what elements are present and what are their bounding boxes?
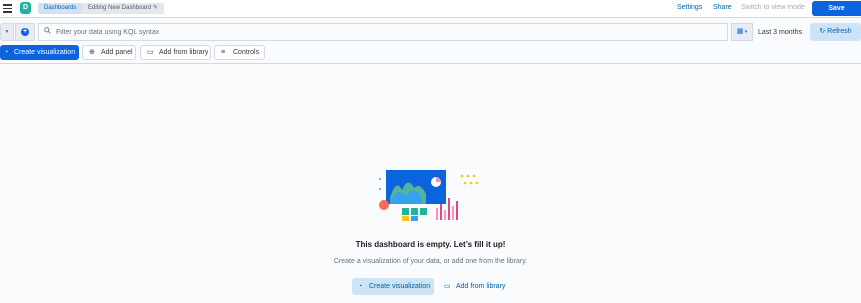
search-icon (44, 27, 51, 34)
empty-create-visualization-button[interactable]: ◔ Create visualization (352, 278, 434, 295)
breadcrumb-current[interactable]: Editing New Dashboard ✎ (82, 3, 165, 14)
empty-dashboard-illustration (379, 170, 479, 221)
date-picker-button[interactable]: ▦ ▾ (731, 23, 753, 41)
share-link[interactable]: Share (713, 4, 732, 11)
switch-view-mode-link[interactable]: Switch to view mode (741, 4, 805, 11)
refresh-button[interactable]: ↻ Refresh (810, 23, 861, 41)
space-avatar[interactable]: D (20, 2, 31, 14)
create-visualization-label: Create visualization (14, 49, 76, 56)
dashboard-toolbar: ◔ Create visualization ⊕ Add panel ▭ Add fr… (0, 44, 861, 60)
breadcrumb-dashboards[interactable]: Dashboards (38, 3, 86, 14)
toolbar-divider (0, 63, 861, 64)
refresh-label: Refresh (827, 28, 852, 35)
controls-label: Controls (233, 49, 260, 56)
breadcrumb-current-label: Editing New Dashboard (88, 5, 152, 11)
refresh-icon: ↻ (819, 28, 826, 35)
pencil-icon: ✎ (153, 5, 159, 11)
empty-library-label: Add from library (456, 283, 506, 290)
empty-state-description: Create a visualization of your data, or … (333, 258, 528, 265)
create-visualization-button[interactable]: ◔ Create visualization (0, 45, 79, 60)
controls-button[interactable]: ≡ Controls (214, 45, 265, 60)
folder-icon: ▭ (147, 49, 154, 56)
query-bar: ▼ + ▦ ▾ Last 3 months ↻ Refresh (0, 22, 861, 41)
visualize-icon: ◔ (358, 283, 363, 290)
settings-link[interactable]: Settings (677, 4, 702, 11)
save-button[interactable]: Save (812, 1, 861, 16)
empty-add-from-library-link[interactable]: ▭ Add from library (444, 278, 505, 295)
empty-state-title: This dashboard is empty. Let’s fill it u… (355, 240, 506, 249)
empty-create-label: Create visualization (369, 283, 431, 290)
visualize-icon: ◔ (4, 49, 9, 56)
add-panel-button[interactable]: ⊕ Add panel (82, 45, 136, 60)
top-nav-bar: D Dashboards Editing New Dashboard ✎ Sett… (0, 0, 861, 18)
plus-circle-icon: + (21, 28, 29, 36)
chevron-down-icon: ▾ (743, 29, 748, 35)
add-from-library-button[interactable]: ▭ Add from library (140, 45, 211, 60)
date-range-text[interactable]: Last 3 months (758, 29, 802, 36)
folder-icon: ▭ (444, 283, 451, 290)
search-box[interactable] (38, 23, 728, 41)
search-input[interactable] (56, 24, 716, 40)
filter-menu-button[interactable]: ▼ (0, 23, 14, 41)
add-from-library-label: Add from library (159, 49, 209, 56)
chevron-down-icon: ▼ (4, 29, 10, 35)
hamburger-menu-icon[interactable] (3, 4, 12, 13)
controls-icon: ≡ (221, 49, 226, 56)
add-filter-button[interactable]: + (15, 23, 35, 41)
add-panel-label: Add panel (101, 49, 133, 56)
plus-in-circle-icon: ⊕ (89, 49, 95, 56)
